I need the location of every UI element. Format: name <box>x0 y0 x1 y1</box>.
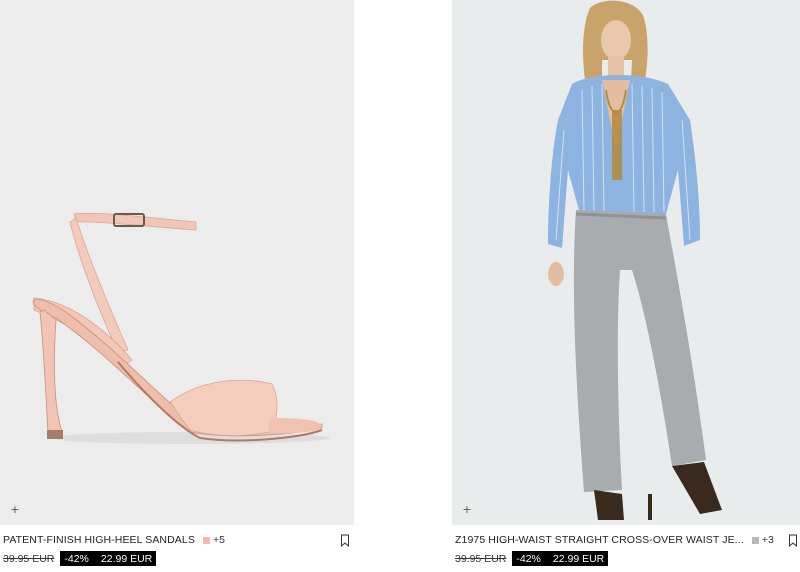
add-to-cart-plus-icon[interactable]: + <box>8 503 22 517</box>
product-image[interactable]: + <box>452 0 800 525</box>
product-title[interactable]: PATENT-FINISH HIGH-HEEL SANDALS <box>3 534 195 546</box>
price-row: 39.95 EUR -42% 22.99 EUR <box>455 551 609 566</box>
product-image[interactable]: + <box>0 0 354 525</box>
original-price: 39.95 EUR <box>455 552 507 565</box>
discount-percent: -42% <box>516 552 541 565</box>
product-info: Z1975 HIGH-WAIST STRAIGHT CROSS-OVER WAI… <box>452 525 800 572</box>
product-card[interactable]: + Z1975 HIGH-WAIST STRAIGHT CROSS-OVER W… <box>452 0 800 572</box>
model-striped-shirt-grey-jeans-image <box>548 0 722 520</box>
original-price: 39.95 EUR <box>3 552 55 565</box>
add-to-cart-plus-icon[interactable]: + <box>460 503 474 517</box>
discount-percent: -42% <box>64 552 89 565</box>
sale-price-badge: -42% 22.99 EUR <box>60 551 157 566</box>
product-title[interactable]: Z1975 HIGH-WAIST STRAIGHT CROSS-OVER WAI… <box>455 534 744 546</box>
sale-price: 22.99 EUR <box>552 552 605 565</box>
color-swatch[interactable] <box>202 536 210 544</box>
sale-price: 22.99 EUR <box>100 552 153 565</box>
bookmark-icon[interactable] <box>788 534 798 547</box>
product-title-row: PATENT-FINISH HIGH-HEEL SANDALS +5 <box>3 533 350 547</box>
product-title-row: Z1975 HIGH-WAIST STRAIGHT CROSS-OVER WAI… <box>455 533 784 547</box>
product-info: PATENT-FINISH HIGH-HEEL SANDALS +5 39.95… <box>0 525 354 572</box>
bookmark-icon[interactable] <box>340 534 350 547</box>
color-swatch[interactable] <box>751 536 759 544</box>
more-colors-count[interactable]: +3 <box>762 534 774 546</box>
product-card[interactable]: + PATENT-FINISH HIGH-HEEL SANDALS +5 39.… <box>0 0 354 572</box>
sale-price-badge: -42% 22.99 EUR <box>512 551 609 566</box>
more-colors-count[interactable]: +5 <box>213 534 225 546</box>
price-row: 39.95 EUR -42% 22.99 EUR <box>3 551 157 566</box>
pink-heel-sandal-image <box>32 212 330 444</box>
